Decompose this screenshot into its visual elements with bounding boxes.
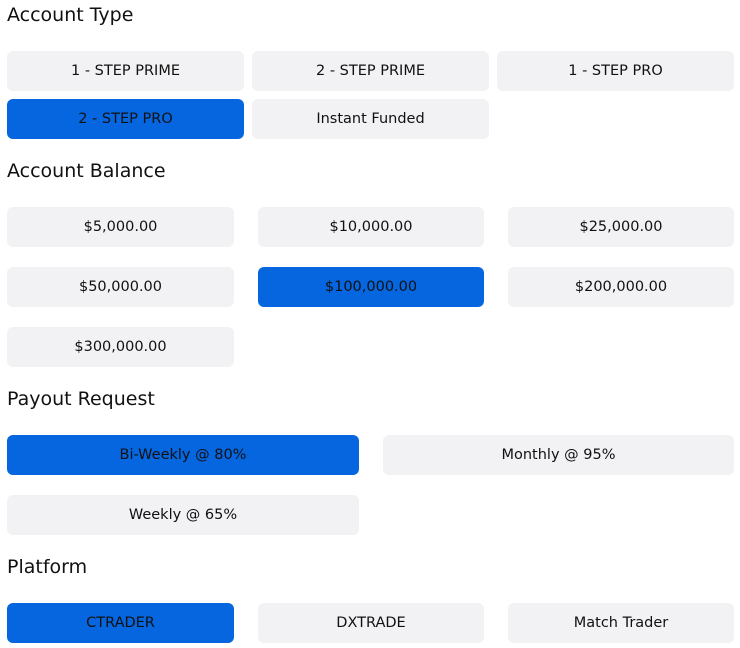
account-type-option-instant-funded[interactable]: Instant Funded bbox=[252, 99, 489, 139]
balance-option-5000[interactable]: $5,000.00 bbox=[7, 207, 234, 247]
payout-option-weekly[interactable]: Weekly @ 65% bbox=[7, 495, 359, 535]
balance-option-100000[interactable]: $100,000.00 bbox=[258, 267, 484, 307]
balance-option-200000[interactable]: $200,000.00 bbox=[508, 267, 734, 307]
account-type-option-1-step-pro[interactable]: 1 - STEP PRO bbox=[497, 51, 734, 91]
payout-option-monthly[interactable]: Monthly @ 95% bbox=[383, 435, 734, 475]
balance-option-25000[interactable]: $25,000.00 bbox=[508, 207, 734, 247]
platform-heading: Platform bbox=[7, 556, 88, 578]
account-balance-heading: Account Balance bbox=[7, 160, 166, 182]
balance-option-50000[interactable]: $50,000.00 bbox=[7, 267, 234, 307]
account-type-option-2-step-pro[interactable]: 2 - STEP PRO bbox=[7, 99, 244, 139]
payout-request-heading: Payout Request bbox=[7, 388, 155, 410]
payout-option-bi-weekly[interactable]: Bi-Weekly @ 80% bbox=[7, 435, 359, 475]
platform-option-ctrader[interactable]: CTRADER bbox=[7, 603, 234, 643]
platform-option-dxtrade[interactable]: DXTRADE bbox=[258, 603, 484, 643]
account-type-option-2-step-prime[interactable]: 2 - STEP PRIME bbox=[252, 51, 489, 91]
account-type-heading: Account Type bbox=[7, 4, 134, 26]
account-type-option-1-step-prime[interactable]: 1 - STEP PRIME bbox=[7, 51, 244, 91]
platform-option-match-trader[interactable]: Match Trader bbox=[508, 603, 734, 643]
balance-option-10000[interactable]: $10,000.00 bbox=[258, 207, 484, 247]
balance-option-300000[interactable]: $300,000.00 bbox=[7, 327, 234, 367]
